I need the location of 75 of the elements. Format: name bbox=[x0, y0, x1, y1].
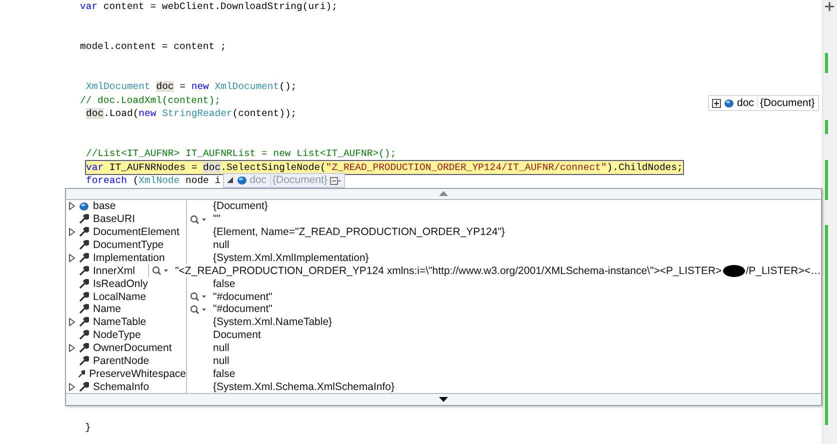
property-value: {System.Xml.NameTable} bbox=[213, 316, 332, 328]
code-line: // doc.LoadXml(content); bbox=[80, 94, 220, 108]
property-value: null bbox=[213, 238, 230, 251]
property-value: false bbox=[213, 368, 236, 380]
wrench-icon bbox=[79, 304, 89, 314]
code-line: model.content = content ; bbox=[80, 40, 226, 54]
property-name[interactable]: IsReadOnly bbox=[93, 278, 148, 290]
wrench-icon bbox=[79, 227, 89, 238]
variable-name: doc bbox=[737, 97, 754, 109]
property-name[interactable]: Implementation bbox=[93, 252, 165, 264]
object-icon bbox=[79, 202, 89, 211]
down-arrow-icon[interactable] bbox=[439, 397, 448, 402]
expander-icon[interactable] bbox=[226, 177, 234, 184]
expander-icon[interactable] bbox=[69, 382, 75, 391]
property-value: null bbox=[213, 342, 230, 354]
code-line: doc.Load(new StringReader(content)); bbox=[86, 107, 297, 121]
property-name[interactable]: DocumentElement bbox=[93, 226, 180, 238]
up-arrow-icon[interactable] bbox=[439, 191, 448, 196]
visualizer-icon[interactable] bbox=[190, 214, 207, 224]
property-name[interactable]: ParentNode bbox=[93, 355, 150, 367]
property-value: {Document} bbox=[213, 200, 268, 212]
property-name[interactable]: base bbox=[93, 200, 116, 212]
property-name[interactable]: NameTable bbox=[93, 316, 146, 328]
pinned-datatip[interactable]: doc {Document} bbox=[708, 95, 819, 111]
wrench-icon bbox=[79, 317, 89, 328]
expander-icon[interactable] bbox=[69, 344, 75, 352]
pin-icon[interactable] bbox=[330, 176, 342, 185]
wrench-icon bbox=[79, 292, 89, 302]
wrench-icon bbox=[79, 356, 89, 366]
expander-icon[interactable] bbox=[69, 202, 75, 210]
property-value: "" bbox=[213, 213, 220, 226]
property-value: "#document" bbox=[213, 303, 272, 316]
visualizer-icon[interactable] bbox=[190, 304, 207, 314]
property-name[interactable]: Name bbox=[93, 303, 122, 316]
property-value: /P_LISTER><… bbox=[746, 264, 821, 277]
wrench-icon bbox=[79, 343, 89, 354]
property-value: false bbox=[213, 278, 236, 290]
code-line: //List<IT_AUFNR> IT_AUFNRList = new List<IT_AUFNR>(); bbox=[86, 147, 396, 161]
code-line: } bbox=[85, 422, 91, 433]
property-value: Document bbox=[213, 329, 261, 342]
code-line: foreach (XmlNode node i bbox=[86, 174, 221, 188]
property-name[interactable]: NodeType bbox=[93, 329, 141, 342]
property-value: null bbox=[213, 355, 230, 367]
wrench-icon bbox=[78, 368, 86, 379]
property-value: "<Z_READ_PRODUCTION_ORDER_YP124 xmlns:i=\"http://www.w3.org/2001/XMLSchema-instance\"><P_LISTER> bbox=[175, 264, 722, 277]
code-line: var content = webClient.DownloadString(uri); bbox=[80, 0, 338, 14]
wrench-icon bbox=[79, 278, 89, 289]
code-line: XmlDocument doc = new XmlDocument(); bbox=[86, 80, 297, 94]
object-icon bbox=[236, 176, 247, 186]
property-name[interactable]: SchemaInfo bbox=[93, 380, 150, 393]
property-name[interactable]: InnerXml bbox=[93, 264, 136, 277]
variable-value: {Document} bbox=[756, 97, 815, 109]
property-name[interactable]: OwnerDocument bbox=[93, 342, 172, 354]
property-value: "#document" bbox=[213, 290, 272, 303]
object-icon bbox=[724, 98, 734, 108]
expander-icon[interactable] bbox=[69, 318, 75, 326]
wrench-icon bbox=[79, 240, 89, 250]
property-name[interactable]: DocumentType bbox=[93, 238, 164, 251]
visualizer-icon[interactable] bbox=[190, 292, 207, 302]
wrench-icon bbox=[79, 266, 89, 276]
expander-icon[interactable] bbox=[69, 254, 75, 262]
visualizer-icon[interactable] bbox=[152, 266, 170, 276]
expand-icon[interactable] bbox=[712, 98, 721, 108]
property-value: {System.Xml.Schema.XmlSchemaInfo} bbox=[213, 380, 394, 393]
expander-icon[interactable] bbox=[69, 228, 75, 236]
property-value: {System.Xml.XmlImplementation} bbox=[213, 252, 369, 264]
wrench-icon bbox=[79, 330, 89, 340]
wrench-icon bbox=[79, 252, 89, 263]
property-value: {Element, Name="Z_READ_PRODUCTION_ORDER_YP124"} bbox=[213, 226, 505, 238]
property-name[interactable]: PreserveWhitespace bbox=[89, 368, 186, 380]
property-name[interactable]: BaseURI bbox=[93, 213, 136, 226]
wrench-icon bbox=[79, 214, 89, 224]
property-name[interactable]: LocalName bbox=[93, 290, 146, 303]
wrench-icon bbox=[79, 382, 89, 392]
split-icon[interactable] bbox=[825, 2, 834, 11]
